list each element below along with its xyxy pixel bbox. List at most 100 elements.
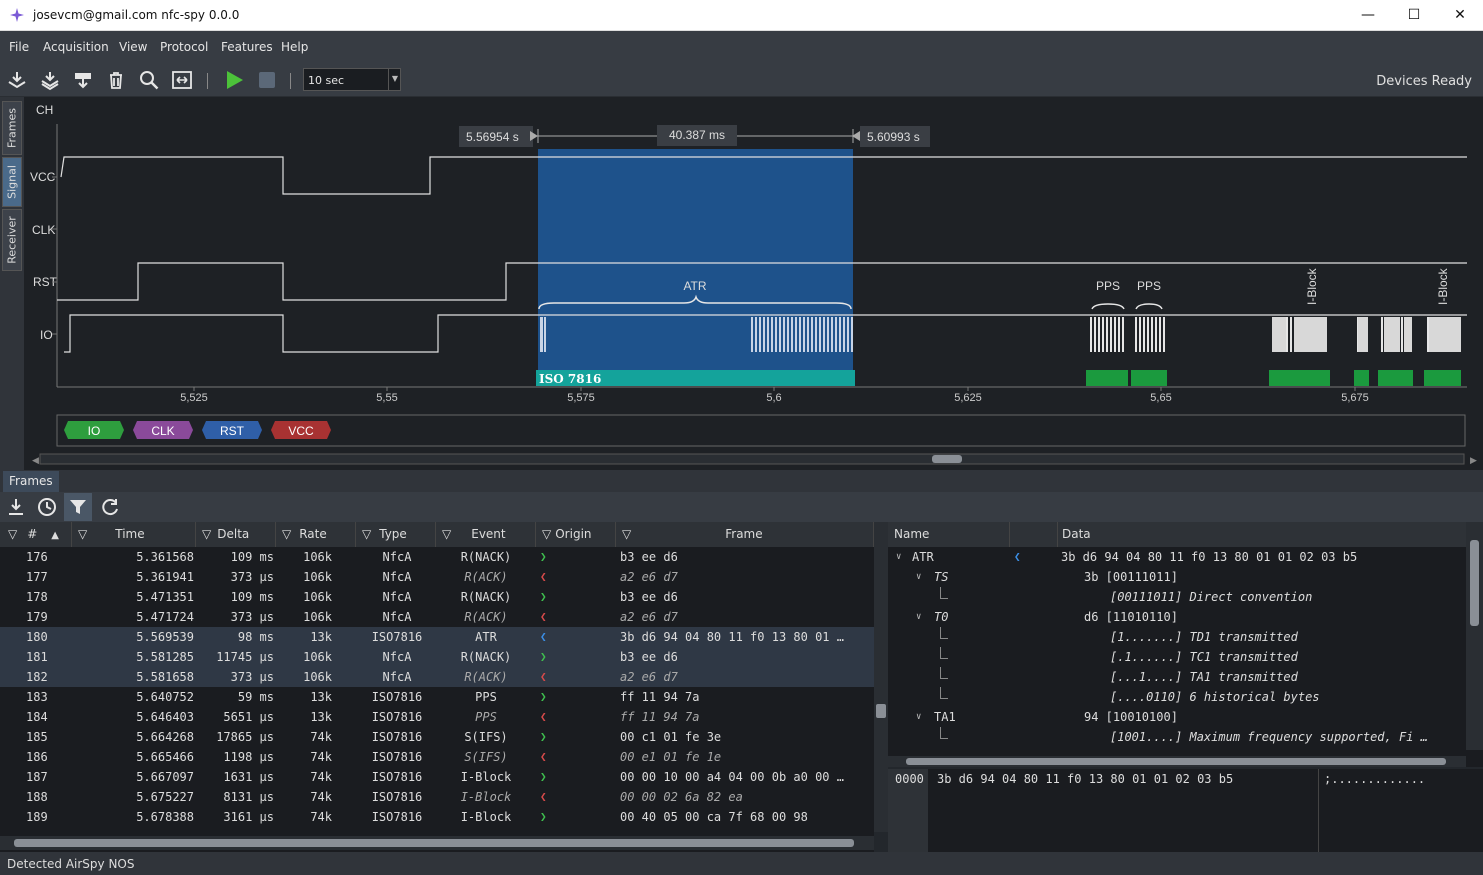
scrollbar-thumb[interactable] bbox=[932, 455, 962, 463]
io-pulse bbox=[839, 317, 841, 352]
tree-row[interactable]: [1001....] Maximum frequency supported, … bbox=[888, 727, 1466, 747]
table-row[interactable]: 186 5.665466 1198 µs 74k ISO7816 S(IFS) 00 e1 … bbox=[0, 747, 874, 767]
table-row[interactable]: 179 5.471724 373 µs 106k NfcA R(ACK) a2 e6 d7 ❮ bbox=[0, 607, 874, 627]
row-time: 5.646403 bbox=[136, 710, 194, 724]
save-file-icon[interactable] bbox=[39, 69, 61, 91]
delete-icon[interactable] bbox=[105, 69, 127, 91]
tree-row[interactable]: ∨ TA1 94 [10010100] bbox=[888, 707, 1466, 727]
table-row[interactable]: 189 5.678388 3161 µs 74k ISO7816 I-Block 00 40… bbox=[0, 807, 874, 827]
tree-row[interactable]: [.1......] TC1 transmitted bbox=[888, 647, 1466, 667]
column-header-delta[interactable]: ▽ Delta bbox=[196, 522, 276, 547]
chevron-down-icon[interactable]: ▼ bbox=[388, 68, 401, 91]
tree-row[interactable]: [00111011] Direct convention bbox=[888, 587, 1466, 607]
row-time: 5.581285 bbox=[136, 650, 194, 664]
io-pulse bbox=[1384, 317, 1400, 352]
table-row[interactable]: 185 5.664268 17865 µs 74k ISO7816 S(IFS) 00 c1… bbox=[0, 727, 874, 747]
column-header-data[interactable]: Data bbox=[1058, 522, 1468, 547]
menu-acquisition[interactable]: Acquisition bbox=[43, 40, 109, 54]
row-rate: 106k bbox=[303, 590, 332, 604]
table-row[interactable]: 176 5.361568 109 ms 106k NfcA R(NACK) b3 ee d6… bbox=[0, 547, 874, 567]
scrollbar-thumb[interactable] bbox=[876, 704, 886, 718]
tab-receiver[interactable]: Receiver bbox=[2, 209, 22, 271]
tree-row[interactable]: ∨ TS 3b [00111011] bbox=[888, 567, 1466, 587]
row-number: 178 bbox=[26, 590, 48, 604]
table-row[interactable]: 188 5.675227 8131 µs 74k ISO7816 I-Block 00 00… bbox=[0, 787, 874, 807]
io-pulse bbox=[1135, 317, 1137, 352]
time-format-icon[interactable] bbox=[37, 497, 57, 517]
tree-row[interactable]: [1.......] TD1 transmitted bbox=[888, 627, 1466, 647]
tree-name: T0 bbox=[934, 610, 949, 624]
protocol-bar[interactable] bbox=[1424, 370, 1461, 386]
tree-row[interactable]: ∨ T0 d6 [11010110] bbox=[888, 607, 1466, 627]
signal-view[interactable]: CH VCC CLK RST IO ATR PPS PPS I-Block I-… bbox=[24, 97, 1483, 470]
frames-table[interactable]: ▽ # ▲ ▽ Time ▽ Delta ▽ Rate ▽ Type ▽ Event ▽ Ori… bbox=[0, 522, 874, 852]
menu-protocol[interactable]: Protocol bbox=[160, 40, 208, 54]
refresh-icon[interactable] bbox=[100, 497, 120, 517]
zoom-fit-icon[interactable] bbox=[171, 69, 193, 91]
open-file-icon[interactable] bbox=[6, 69, 28, 91]
column-header-origin[interactable]: ▽ Origin bbox=[536, 522, 616, 547]
scrollbar-thumb[interactable] bbox=[906, 758, 1446, 765]
play-icon[interactable] bbox=[223, 69, 245, 91]
menu-help[interactable]: Help bbox=[281, 40, 308, 54]
chevron-down-icon[interactable]: ∨ bbox=[916, 612, 921, 622]
search-icon[interactable] bbox=[138, 69, 160, 91]
table-row[interactable]: 187 5.667097 1631 µs 74k ISO7816 I-Block 00 00… bbox=[0, 767, 874, 787]
row-delta: 373 µs bbox=[230, 670, 274, 684]
close-icon[interactable]: ✕ bbox=[1437, 0, 1483, 31]
chevron-down-icon[interactable]: ∨ bbox=[916, 572, 921, 582]
chevron-down-icon[interactable]: ∨ bbox=[896, 552, 901, 562]
hex-ascii: ;............. bbox=[1324, 772, 1426, 786]
table-row[interactable]: 182 5.581658 373 µs 106k NfcA R(ACK) a2 e6 d7 ❮ bbox=[0, 667, 874, 687]
table-vertical-scrollbar[interactable] bbox=[874, 522, 888, 832]
tree-row[interactable]: ∨ ATR ❮ 3b d6 94 04 80 11 f0 13 80 01 01 02… bbox=[888, 547, 1466, 567]
selection-region[interactable] bbox=[538, 149, 853, 386]
minimize-icon[interactable]: — bbox=[1345, 0, 1391, 31]
menu-features[interactable]: Features bbox=[221, 40, 273, 54]
tab-frames[interactable]: Frames bbox=[2, 101, 22, 155]
column-header-time[interactable]: ▽ Time bbox=[72, 522, 196, 547]
protocol-bar[interactable] bbox=[1269, 370, 1330, 386]
table-row[interactable]: 178 5.471351 109 ms 106k NfcA R(NACK) b3 ee d6… bbox=[0, 587, 874, 607]
table-row[interactable]: 184 5.646403 5651 µs 13k ISO7816 PPS ff 11 94 … bbox=[0, 707, 874, 727]
row-event: R(ACK) bbox=[464, 610, 508, 624]
frame-detail-tree[interactable]: Name Data ∨ ATR ❮ 3b d6 94 04 80 11 f0 13 8… bbox=[888, 522, 1483, 767]
column-header-event[interactable]: ▽ Event bbox=[436, 522, 536, 547]
chevron-down-icon[interactable]: ∨ bbox=[916, 712, 921, 722]
tab-frames-panel[interactable]: Frames bbox=[3, 471, 59, 492]
hex-view[interactable]: 0000 3b d6 94 04 80 11 f0 13 80 01 01 02… bbox=[888, 769, 1483, 852]
protocol-bar[interactable] bbox=[1131, 370, 1167, 386]
maximize-icon[interactable]: ☐ bbox=[1391, 0, 1437, 31]
tab-signal[interactable]: Signal bbox=[2, 157, 22, 207]
export-icon[interactable] bbox=[72, 69, 94, 91]
origin-right-arrow-icon: ❯ bbox=[540, 690, 547, 703]
table-row[interactable]: 177 5.361941 373 µs 106k NfcA R(ACK) a2 e6 d7 ❮ bbox=[0, 567, 874, 587]
column-header-number[interactable]: ▽ # ▲ bbox=[0, 522, 72, 547]
tree-row[interactable]: [...1....] TA1 transmitted bbox=[888, 667, 1466, 687]
table-row[interactable]: 183 5.640752 59 ms 13k ISO7816 PPS ff 11 94 7a… bbox=[0, 687, 874, 707]
download-icon[interactable] bbox=[6, 497, 26, 517]
protocol-bar[interactable] bbox=[1354, 370, 1369, 386]
menu-file[interactable]: File bbox=[9, 40, 29, 54]
scrollbar-thumb[interactable] bbox=[1470, 540, 1479, 626]
column-header-name[interactable]: Name bbox=[888, 522, 1010, 547]
origin-left-arrow-icon: ❮ bbox=[540, 570, 547, 583]
scroll-left-icon[interactable]: ◀ bbox=[32, 455, 39, 465]
menu-view[interactable]: View bbox=[119, 40, 147, 54]
detail-horizontal-scrollbar[interactable] bbox=[888, 756, 1466, 767]
protocol-bar[interactable] bbox=[1378, 370, 1413, 386]
horizontal-scrollbar[interactable] bbox=[39, 453, 1465, 465]
stop-icon[interactable] bbox=[256, 69, 278, 91]
column-header-type[interactable]: ▽ Type bbox=[356, 522, 436, 547]
column-header-rate[interactable]: ▽ Rate bbox=[276, 522, 356, 547]
tree-row[interactable]: [....0110] 6 historical bytes bbox=[888, 687, 1466, 707]
table-row[interactable]: 180 5.569539 98 ms 13k ISO7816 ATR 3b d6 94 04… bbox=[0, 627, 874, 647]
detail-vertical-scrollbar[interactable] bbox=[1466, 522, 1483, 750]
scroll-right-icon[interactable]: ▶ bbox=[1470, 455, 1477, 465]
table-horizontal-scrollbar[interactable] bbox=[0, 836, 874, 850]
table-row[interactable]: 181 5.581285 11745 µs 106k NfcA R(NACK) b3 ee … bbox=[0, 647, 874, 667]
duration-select[interactable]: 10 sec bbox=[303, 68, 401, 91]
protocol-bar[interactable] bbox=[1086, 370, 1128, 386]
scrollbar-thumb[interactable] bbox=[14, 839, 854, 847]
column-header-frame[interactable]: ▽ Frame bbox=[616, 522, 874, 547]
